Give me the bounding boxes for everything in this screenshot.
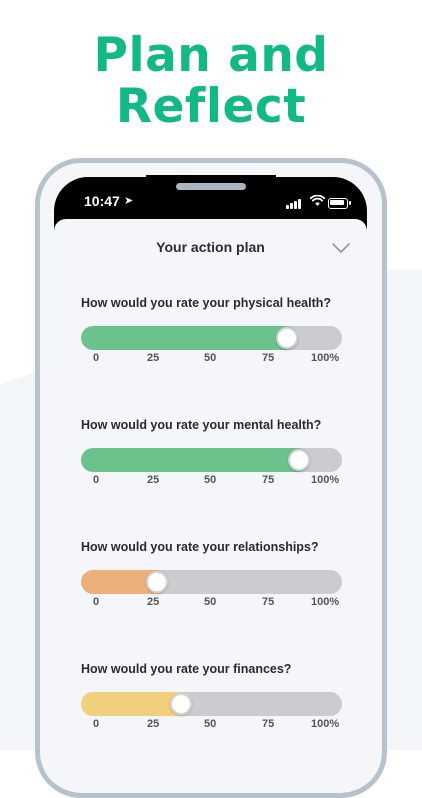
tick-label: 75 <box>262 352 275 364</box>
question-finances: How would you rate your finances? <box>81 662 292 676</box>
speaker <box>176 183 246 190</box>
slider-thumb[interactable] <box>288 449 311 471</box>
scale-ticks: 0 25 50 75 100% <box>81 474 342 488</box>
slider-finances-thumb-area <box>81 692 342 716</box>
tick-label: 25 <box>147 352 160 364</box>
tick-label: 100% <box>311 718 340 730</box>
question-relationships: How would you rate your relationships? <box>81 540 319 554</box>
tick-label: 25 <box>147 474 160 486</box>
question-mental-health: How would you rate your mental health? <box>81 418 322 432</box>
headline-line-2: Reflect <box>115 79 307 134</box>
slider-thumb[interactable] <box>145 571 168 593</box>
battery-cap <box>349 201 351 205</box>
tick-label: 100% <box>311 596 340 608</box>
tick-label: 75 <box>262 718 275 730</box>
slider-relationships-thumb-area <box>81 570 342 594</box>
phone-frame: 10:47 ➤ Your action plan How would you r… <box>35 158 387 798</box>
tick-label: 75 <box>262 474 275 486</box>
status-time: 10:47 <box>84 193 120 209</box>
sheet-title: Your action plan <box>156 239 265 255</box>
slider-thumb[interactable] <box>169 693 192 715</box>
battery-icon <box>328 198 348 209</box>
tick-label: 0 <box>93 718 100 730</box>
tick-label: 25 <box>147 596 160 608</box>
slider-thumb[interactable] <box>276 327 299 349</box>
action-plan-sheet: Your action plan How would you rate your… <box>54 219 367 793</box>
slider-mental-health-thumb-area <box>81 448 342 472</box>
tick-label: 0 <box>93 352 100 364</box>
chevron-down-icon[interactable] <box>332 239 350 257</box>
tick-label: 50 <box>204 352 217 364</box>
scale-ticks: 0 25 50 75 100% <box>81 718 342 732</box>
headline: Plan and Reflect <box>0 30 422 132</box>
tick-label: 0 <box>93 474 100 486</box>
location-arrow-icon: ➤ <box>124 194 134 207</box>
scale-ticks: 0 25 50 75 100% <box>81 596 342 610</box>
notch <box>146 175 276 207</box>
tick-label: 50 <box>204 718 217 730</box>
headline-line-1: Plan and <box>93 28 329 83</box>
slider-physical-health-thumb-area <box>81 326 342 350</box>
scale-ticks: 0 25 50 75 100% <box>81 352 342 366</box>
tick-label: 75 <box>262 596 275 608</box>
signal-icon <box>286 199 304 209</box>
tick-label: 100% <box>311 474 340 486</box>
tick-label: 50 <box>204 596 217 608</box>
tick-label: 100% <box>311 352 340 364</box>
tick-label: 50 <box>204 474 217 486</box>
question-physical-health: How would you rate your physical health? <box>81 296 332 310</box>
tick-label: 25 <box>147 718 160 730</box>
tick-label: 0 <box>93 596 100 608</box>
wifi-icon <box>309 194 326 211</box>
